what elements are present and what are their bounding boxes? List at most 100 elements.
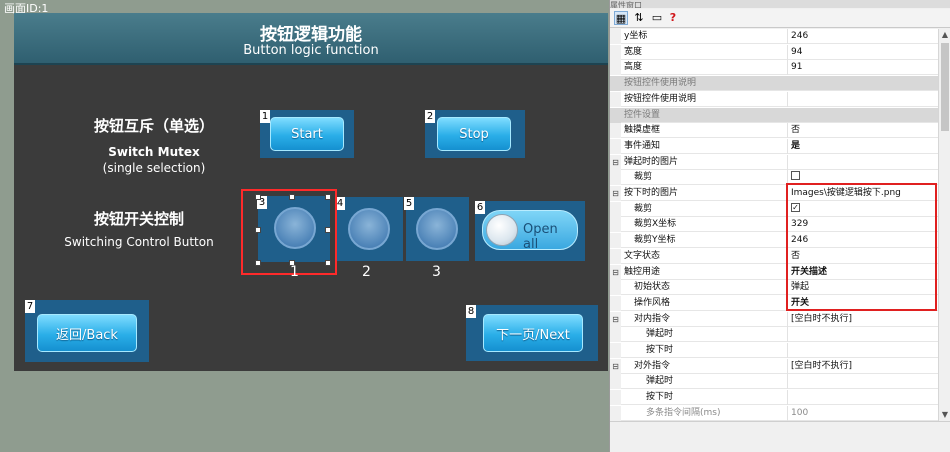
property-row[interactable]: 弹起时 <box>610 327 938 343</box>
start-button[interactable]: Start <box>270 117 344 151</box>
property-row[interactable]: ⊟ 弹起时的图片 <box>610 154 938 170</box>
button-index-2: 2 <box>425 110 435 123</box>
round-button-frame-2[interactable] <box>337 197 403 261</box>
panel-title: 属性窗口 <box>610 0 950 8</box>
property-row[interactable]: 触摸虚框 否 <box>610 123 938 139</box>
checkbox-unchecked[interactable] <box>791 171 800 181</box>
button-index-1: 1 <box>260 110 270 123</box>
property-name: 裁剪Y坐标 <box>634 235 676 246</box>
property-value[interactable] <box>787 91 937 107</box>
property-value[interactable]: 94 <box>787 44 937 60</box>
stop-button[interactable]: Stop <box>437 117 511 151</box>
back-button[interactable]: 返回/Back <box>37 314 137 352</box>
collapse-icon[interactable]: ⊟ <box>610 358 621 374</box>
property-row[interactable]: 高度 91 <box>610 60 938 76</box>
button-index-5: 5 <box>404 197 414 210</box>
resize-handle-e[interactable] <box>325 227 331 233</box>
property-value[interactable] <box>787 154 937 170</box>
row-gutter <box>610 343 621 358</box>
help-icon[interactable]: ? <box>666 11 680 25</box>
collapse-icon[interactable]: ⊟ <box>610 154 621 170</box>
resize-handle-nw[interactable] <box>255 194 261 200</box>
back-button-frame[interactable]: 返回/Back <box>25 300 149 362</box>
property-row[interactable]: 多条指令间隔(ms) 100 <box>610 405 938 421</box>
property-row[interactable]: 弹起时 <box>610 374 938 390</box>
property-value[interactable] <box>787 327 937 343</box>
collapse-icon[interactable]: ⊟ <box>610 311 621 327</box>
property-value[interactable]: 否 <box>787 123 937 139</box>
categorized-icon[interactable]: ▦ <box>614 11 628 25</box>
collapse-icon[interactable]: ⊟ <box>610 186 621 201</box>
row-gutter <box>610 248 621 264</box>
switch-title-en: Switching Control Button <box>64 235 214 249</box>
property-name: 事件通知 <box>624 140 661 151</box>
property-row[interactable]: 按下时 <box>610 390 938 406</box>
row-gutter <box>610 233 621 249</box>
property-value[interactable] <box>787 343 937 358</box>
property-value[interactable]: 91 <box>787 60 937 76</box>
scroll-up-arrow[interactable]: ▲ <box>939 29 950 41</box>
round-button-frame-3[interactable] <box>406 197 469 261</box>
collapse-icon[interactable]: ⊟ <box>610 264 621 280</box>
round-button-caption-1: 1 <box>290 264 299 280</box>
property-name: 控件设置 <box>624 109 661 120</box>
property-row[interactable]: 事件通知 是 <box>610 138 938 154</box>
resize-handle-n[interactable] <box>289 194 295 200</box>
round-button-3[interactable] <box>416 208 458 250</box>
scroll-thumb[interactable] <box>941 43 949 131</box>
property-row[interactable]: y坐标 246 <box>610 29 938 44</box>
row-gutter <box>610 390 621 406</box>
property-value[interactable] <box>787 374 937 390</box>
start-button-frame[interactable]: Start <box>260 110 354 158</box>
property-name: 弹起时的图片 <box>624 156 679 167</box>
button-index-7: 7 <box>25 300 35 313</box>
property-pages-icon[interactable]: ▭ <box>650 11 664 25</box>
mutex-subtitle-en: (single selection) <box>102 161 206 175</box>
property-name: y坐标 <box>624 31 648 41</box>
row-gutter <box>610 44 621 60</box>
property-name: 触控用途 <box>624 266 661 277</box>
property-row[interactable]: 按钮控件使用说明 <box>610 91 938 107</box>
property-row[interactable]: ⊟ 对内指令 [空白时不执行] <box>610 311 938 327</box>
property-name: 触摸虚框 <box>624 125 661 136</box>
resize-handle-sw[interactable] <box>255 260 261 266</box>
next-button[interactable]: 下一页/Next <box>483 314 583 352</box>
property-value[interactable] <box>787 390 937 406</box>
open-all-toggle[interactable]: Open all <box>482 210 578 252</box>
property-name: 裁剪 <box>634 203 653 214</box>
resize-handle-w[interactable] <box>255 227 261 233</box>
property-row[interactable]: 宽度 94 <box>610 44 938 60</box>
property-name: 按钮控件使用说明 <box>624 93 697 104</box>
property-name: 弹起时 <box>646 376 674 387</box>
stop-button-frame[interactable]: Stop <box>425 110 525 158</box>
row-gutter <box>610 107 621 123</box>
property-scrollbar[interactable]: ▲ ▼ <box>938 29 950 421</box>
property-name: 按下时的图片 <box>624 188 679 198</box>
resize-handle-se[interactable] <box>325 260 331 266</box>
row-gutter <box>610 217 621 233</box>
row-gutter <box>610 60 621 76</box>
resize-handle-ne[interactable] <box>325 194 331 200</box>
sort-az-icon[interactable]: ⇅ <box>632 11 646 25</box>
property-value[interactable]: 100 <box>787 405 937 421</box>
row-gutter <box>610 123 621 139</box>
mutex-title-cn: 按钮互斥（单选） <box>93 117 214 135</box>
property-row[interactable]: 按下时 <box>610 343 938 358</box>
open-all-frame[interactable]: Open all <box>475 201 585 261</box>
panel-description-area <box>610 421 950 452</box>
property-value[interactable]: [空白时不执行] <box>787 311 937 327</box>
scroll-down-arrow[interactable]: ▼ <box>939 409 950 421</box>
row-gutter <box>610 201 621 217</box>
property-name: 按钮控件使用说明 <box>624 78 697 89</box>
round-button-2[interactable] <box>348 208 390 250</box>
property-value[interactable]: 是 <box>787 138 937 154</box>
page-title-en: Button logic function <box>243 43 379 58</box>
property-value[interactable]: 246 <box>787 29 937 44</box>
property-name: 操作风格 <box>634 297 671 308</box>
row-gutter <box>610 327 621 343</box>
design-canvas[interactable]: 按钮逻辑功能 Button logic function 按钮互斥（单选） Sw… <box>14 13 608 371</box>
next-button-frame[interactable]: 下一页/Next <box>466 305 598 361</box>
row-gutter <box>610 29 621 44</box>
property-value[interactable]: [空白时不执行] <box>787 358 937 374</box>
property-row[interactable]: ⊟ 对外指令 [空白时不执行] <box>610 358 938 374</box>
